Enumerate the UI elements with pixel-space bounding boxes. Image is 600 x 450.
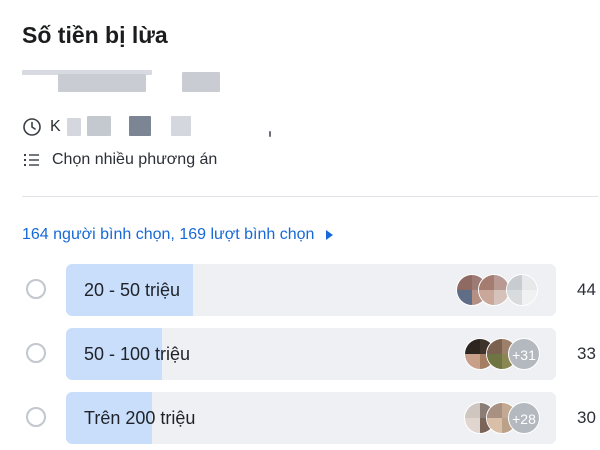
blurred-deadline	[61, 115, 271, 139]
option-bar[interactable]: 50 - 100 triệu +31	[66, 328, 556, 380]
option-label: 20 - 50 triệu	[84, 280, 181, 300]
deadline-prefix: K	[50, 118, 61, 135]
option-label: Trên 200 triệu	[84, 408, 196, 428]
blurred-subtitle	[22, 68, 262, 92]
caret-right-icon	[326, 230, 334, 240]
vote-summary-text: 164 người bình chọn, 169 lượt bình chọn	[22, 226, 315, 243]
voter-avatars[interactable]: +31	[464, 338, 544, 370]
list-icon	[24, 154, 39, 166]
poll-title: Số tiền bị lừa	[22, 22, 168, 48]
poll-option[interactable]: 20 - 50 triệu 44	[0, 264, 600, 316]
divider	[22, 196, 598, 197]
option-vote-count: 44	[577, 280, 596, 299]
voter-avatars[interactable]: +28	[464, 402, 544, 434]
option-bar[interactable]: 20 - 50 triệu	[66, 264, 556, 316]
option-vote-count: 30	[577, 408, 596, 427]
poll-option[interactable]: 50 - 100 triệu +31 33	[0, 328, 600, 380]
more-voters-badge: +31	[508, 338, 540, 370]
deadline-row: K	[22, 115, 271, 139]
poll-option[interactable]: Trên 200 triệu +28 30	[0, 392, 600, 444]
vote-summary-link[interactable]: 164 người bình chọn, 169 lượt bình chọn	[22, 226, 334, 244]
poll-type-label: Chọn nhiều phương án	[52, 151, 218, 168]
option-label: 50 - 100 triệu	[84, 344, 191, 364]
voter-avatars[interactable]	[456, 274, 550, 306]
option-bar[interactable]: Trên 200 triệu +28	[66, 392, 556, 444]
option-radio[interactable]	[26, 343, 46, 363]
poll-type-row: Chọn nhiều phương án	[22, 150, 217, 170]
option-radio[interactable]	[26, 279, 46, 299]
clock-icon	[23, 118, 41, 136]
option-vote-count: 33	[577, 344, 596, 363]
more-voters-badge: +28	[508, 402, 540, 434]
voter-avatar	[506, 274, 538, 306]
option-radio[interactable]	[26, 407, 46, 427]
